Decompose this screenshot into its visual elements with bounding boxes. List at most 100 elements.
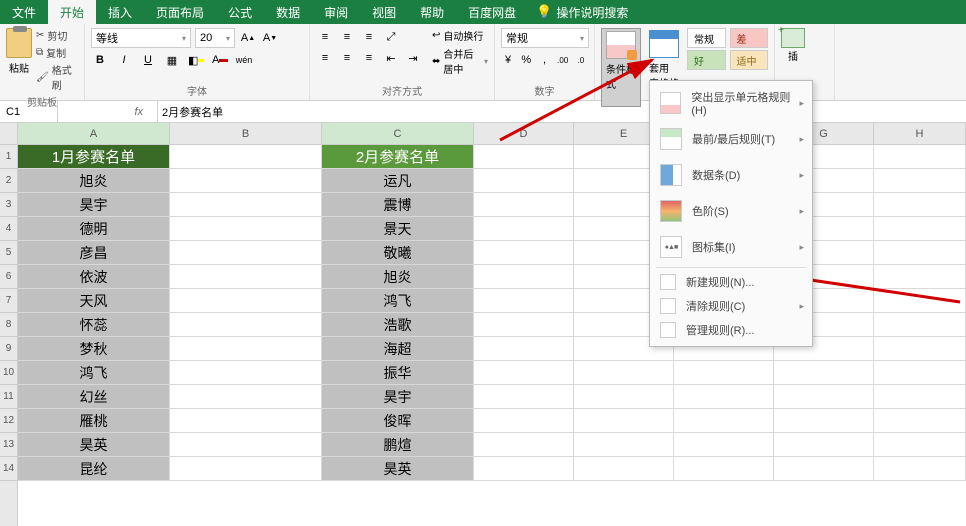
- cell-D11[interactable]: [474, 385, 574, 409]
- italic-button[interactable]: I: [115, 51, 133, 69]
- comma-button[interactable]: ,: [537, 51, 551, 69]
- cell-A10[interactable]: 鸿飞: [18, 361, 170, 385]
- cell-D4[interactable]: [474, 217, 574, 241]
- row-header-8[interactable]: 8: [0, 313, 17, 337]
- cell-H6[interactable]: [874, 265, 966, 289]
- row-header-9[interactable]: 9: [0, 337, 17, 361]
- phonetic-button[interactable]: wén: [235, 51, 253, 69]
- currency-button[interactable]: ¥: [501, 51, 515, 69]
- menu-home[interactable]: 开始: [48, 0, 96, 24]
- cell-H12[interactable]: [874, 409, 966, 433]
- cell-B13[interactable]: [170, 433, 322, 457]
- cf-highlight-rules[interactable]: 突出显示单元格规则(H)▸: [650, 85, 812, 121]
- underline-button[interactable]: U: [139, 51, 157, 69]
- align-bottom-button[interactable]: ≡: [360, 28, 378, 46]
- row-header-11[interactable]: 11: [0, 385, 17, 409]
- cell-C11[interactable]: 昊宇: [322, 385, 474, 409]
- cell-B11[interactable]: [170, 385, 322, 409]
- cell-A8[interactable]: 怀蕊: [18, 313, 170, 337]
- cell-C10[interactable]: 振华: [322, 361, 474, 385]
- cell-D2[interactable]: [474, 169, 574, 193]
- row-header-14[interactable]: 14: [0, 457, 17, 481]
- cf-data-bars[interactable]: 数据条(D)▸: [650, 157, 812, 193]
- cell-E11[interactable]: [574, 385, 674, 409]
- style-bad[interactable]: 差: [730, 28, 769, 48]
- cf-topbottom-rules[interactable]: 最前/最后规则(T)▸: [650, 121, 812, 157]
- cell-C7[interactable]: 鸿飞: [322, 289, 474, 313]
- conditional-formatting-button[interactable]: 条件格式: [601, 28, 641, 107]
- cell-B4[interactable]: [170, 217, 322, 241]
- cell-A6[interactable]: 依波: [18, 265, 170, 289]
- cell-B6[interactable]: [170, 265, 322, 289]
- align-middle-button[interactable]: ≡: [338, 28, 356, 46]
- cell-E10[interactable]: [574, 361, 674, 385]
- cell-C4[interactable]: 景天: [322, 217, 474, 241]
- decrease-font-button[interactable]: A▼: [261, 29, 279, 47]
- col-header-C[interactable]: C: [322, 123, 474, 144]
- row-header-10[interactable]: 10: [0, 361, 17, 385]
- row-header-2[interactable]: 2: [0, 169, 17, 193]
- align-center-button[interactable]: ≡: [338, 49, 356, 67]
- row-header-6[interactable]: 6: [0, 265, 17, 289]
- cell-H10[interactable]: [874, 361, 966, 385]
- cell-D3[interactable]: [474, 193, 574, 217]
- cell-A12[interactable]: 雁桃: [18, 409, 170, 433]
- row-header-13[interactable]: 13: [0, 433, 17, 457]
- row-header-4[interactable]: 4: [0, 217, 17, 241]
- cell-A11[interactable]: 幻丝: [18, 385, 170, 409]
- menu-view[interactable]: 视图: [360, 0, 408, 24]
- cell-G13[interactable]: [774, 433, 874, 457]
- cell-A9[interactable]: 梦秋: [18, 337, 170, 361]
- menu-data[interactable]: 数据: [264, 0, 312, 24]
- col-header-A[interactable]: A: [18, 123, 170, 144]
- cell-F14[interactable]: [674, 457, 774, 481]
- fill-color-button[interactable]: ◧: [187, 51, 205, 69]
- align-left-button[interactable]: ≡: [316, 49, 334, 67]
- cell-A13[interactable]: 昊英: [18, 433, 170, 457]
- row-header-7[interactable]: 7: [0, 289, 17, 313]
- row-header-5[interactable]: 5: [0, 241, 17, 265]
- cell-H13[interactable]: [874, 433, 966, 457]
- insert-button[interactable]: 插: [781, 28, 805, 63]
- decrease-decimal-button[interactable]: .0: [574, 51, 588, 69]
- cell-G10[interactable]: [774, 361, 874, 385]
- paste-button[interactable]: 粘贴: [6, 28, 32, 75]
- cell-A4[interactable]: 德明: [18, 217, 170, 241]
- orientation-button[interactable]: ⤢: [382, 28, 400, 46]
- decrease-indent-button[interactable]: ⇤: [382, 49, 400, 67]
- menu-review[interactable]: 审阅: [312, 0, 360, 24]
- cell-H14[interactable]: [874, 457, 966, 481]
- align-right-button[interactable]: ≡: [360, 49, 378, 67]
- cell-B7[interactable]: [170, 289, 322, 313]
- cell-C13[interactable]: 鹏煊: [322, 433, 474, 457]
- cell-A1[interactable]: 1月参赛名单: [18, 145, 170, 169]
- merge-center-button[interactable]: ⬌合并后居中▾: [432, 46, 488, 76]
- cell-A3[interactable]: 昊宇: [18, 193, 170, 217]
- cut-button[interactable]: ✂剪切: [36, 28, 78, 43]
- cell-G14[interactable]: [774, 457, 874, 481]
- style-good[interactable]: 好: [687, 50, 726, 70]
- menu-help[interactable]: 帮助: [408, 0, 456, 24]
- cell-H11[interactable]: [874, 385, 966, 409]
- cell-B2[interactable]: [170, 169, 322, 193]
- number-format-select[interactable]: 常规▾: [501, 28, 589, 48]
- cell-H5[interactable]: [874, 241, 966, 265]
- cell-B8[interactable]: [170, 313, 322, 337]
- fx-icon[interactable]: fx: [126, 106, 151, 118]
- cell-D8[interactable]: [474, 313, 574, 337]
- cell-H1[interactable]: [874, 145, 966, 169]
- increase-decimal-button[interactable]: .00: [556, 51, 570, 69]
- cf-manage-rules[interactable]: 管理规则(R)...: [650, 318, 812, 342]
- cf-clear-rules[interactable]: 清除规则(C)▸: [650, 294, 812, 318]
- font-color-button[interactable]: A: [211, 51, 229, 69]
- menu-baidupan[interactable]: 百度网盘: [456, 0, 528, 24]
- cell-D14[interactable]: [474, 457, 574, 481]
- cell-A5[interactable]: 彦昌: [18, 241, 170, 265]
- cell-C14[interactable]: 昊英: [322, 457, 474, 481]
- cell-E13[interactable]: [574, 433, 674, 457]
- cell-D9[interactable]: [474, 337, 574, 361]
- col-header-H[interactable]: H: [874, 123, 966, 144]
- cell-D1[interactable]: [474, 145, 574, 169]
- cell-C9[interactable]: 海超: [322, 337, 474, 361]
- percent-button[interactable]: %: [519, 51, 533, 69]
